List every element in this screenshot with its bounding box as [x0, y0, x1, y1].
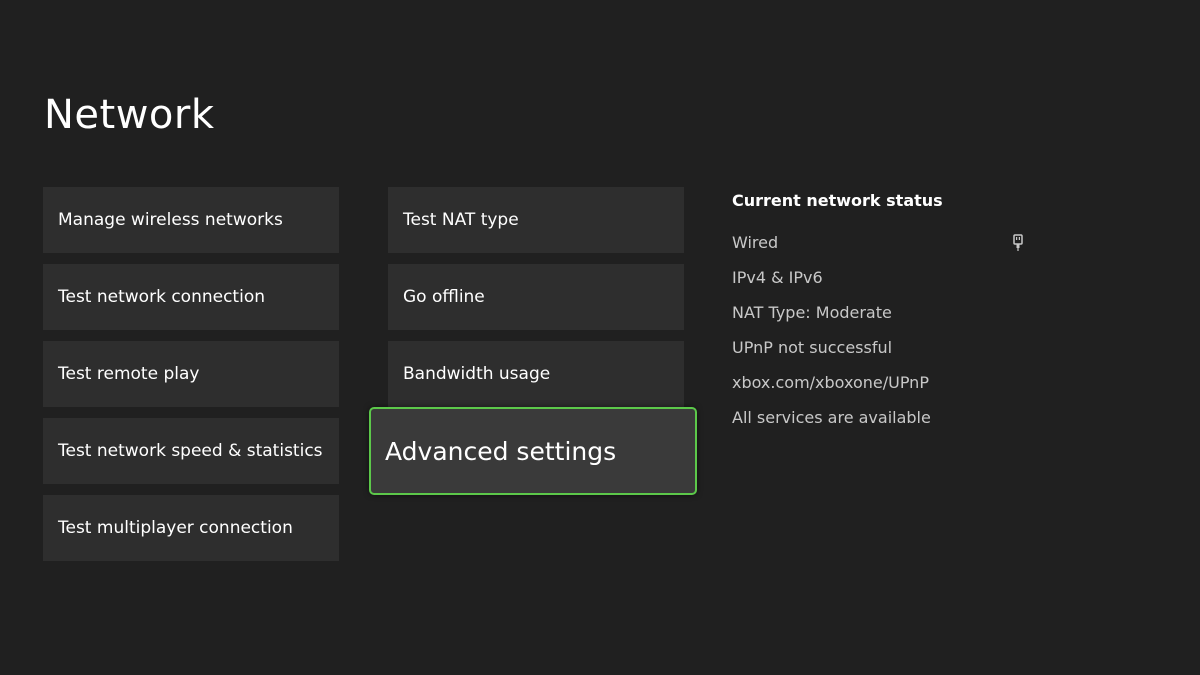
- page-title: Network: [44, 92, 215, 138]
- status-upnp-link[interactable]: xbox.com/xboxone/UPnP: [732, 372, 1032, 407]
- ethernet-icon: [1013, 234, 1023, 251]
- test-network-speed-button[interactable]: Test network speed & statistics: [43, 418, 339, 484]
- go-offline-button[interactable]: Go offline: [388, 264, 684, 330]
- network-status-panel: Current network status Wired IPv4 & IPv6…: [732, 190, 1032, 442]
- test-nat-type-button[interactable]: Test NAT type: [388, 187, 684, 253]
- status-ip-version: IPv4 & IPv6: [732, 268, 823, 287]
- status-services: All services are available: [732, 408, 931, 427]
- status-nat-type: NAT Type: Moderate: [732, 303, 892, 322]
- status-upnp: UPnP not successful: [732, 338, 893, 357]
- bandwidth-usage-button[interactable]: Bandwidth usage: [388, 341, 684, 407]
- status-connection-type-text: Wired: [732, 233, 779, 252]
- advanced-settings-button[interactable]: Advanced settings: [369, 407, 697, 495]
- test-remote-play-button[interactable]: Test remote play: [43, 341, 339, 407]
- manage-wireless-networks-button[interactable]: Manage wireless networks: [43, 187, 339, 253]
- status-connection-type: Wired: [732, 232, 1032, 267]
- status-heading: Current network status: [732, 191, 943, 210]
- test-network-connection-button[interactable]: Test network connection: [43, 264, 339, 330]
- test-multiplayer-connection-button[interactable]: Test multiplayer connection: [43, 495, 339, 561]
